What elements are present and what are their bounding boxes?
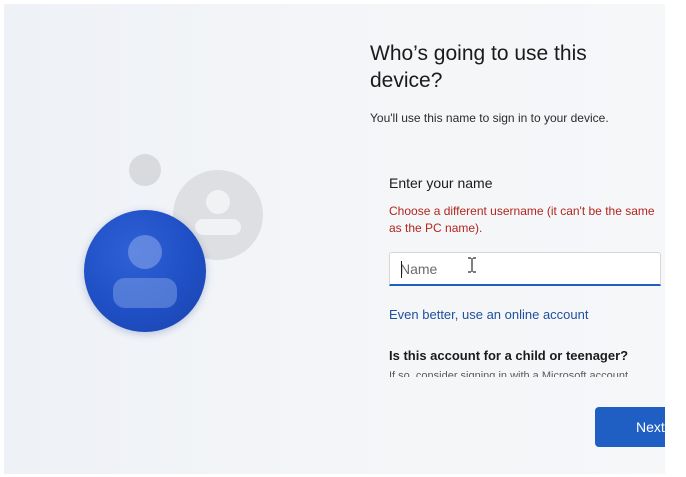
online-account-link[interactable]: Even better, use an online account <box>389 307 588 322</box>
i-beam-cursor-icon <box>468 257 476 273</box>
blue-user-body <box>113 278 177 308</box>
name-input-container[interactable] <box>389 252 661 286</box>
child-account-hint: If so, consider signing in with a Micros… <box>389 370 629 377</box>
gray-user-head <box>206 190 230 214</box>
gray-user-body <box>195 219 241 235</box>
name-field-label: Enter your name <box>389 175 493 191</box>
blue-user-head <box>128 235 162 269</box>
decorative-dot <box>129 154 161 186</box>
users-illustration-icon <box>78 150 268 340</box>
screenshot-frame: Who’s going to use this device? You'll u… <box>0 0 686 477</box>
text-caret <box>401 261 402 278</box>
blue-user-circle <box>84 210 206 332</box>
page-subtitle: You'll use this name to sign in to your … <box>370 111 609 125</box>
page-title: Who’s going to use this device? <box>370 42 587 92</box>
screen-edge <box>665 0 686 477</box>
username-error-message: Choose a different username (it can't be… <box>389 204 655 235</box>
name-input[interactable] <box>390 253 660 284</box>
child-account-question: Is this account for a child or teenager? <box>389 348 629 363</box>
